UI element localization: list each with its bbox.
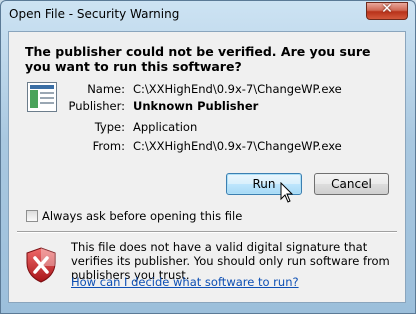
- security-warning-dialog: Open File - Security Warning ✕ The publi…: [0, 0, 416, 314]
- close-icon: ✕: [381, 1, 393, 17]
- shield-error-icon: [26, 247, 56, 283]
- dialog-body: The publisher could not be verified. Are…: [8, 31, 406, 303]
- window-title: Open File - Security Warning: [9, 7, 180, 21]
- cancel-button[interactable]: Cancel: [314, 173, 389, 195]
- help-link[interactable]: How can I decide what software to run?: [71, 275, 299, 289]
- warning-headline: The publisher could not be verified. Are…: [25, 44, 371, 74]
- publisher-label: Publisher:: [68, 99, 125, 113]
- separator: [17, 231, 397, 233]
- always-ask-label[interactable]: Always ask before opening this file: [42, 209, 242, 223]
- type-label: Type:: [94, 120, 125, 134]
- close-button[interactable]: ✕: [366, 1, 408, 20]
- from-value: C:\XXHighEnd\0.9x-7\ChangeWP.exe: [133, 139, 342, 153]
- from-label: From:: [92, 139, 125, 153]
- type-value: Application: [133, 120, 198, 134]
- always-ask-checkbox[interactable]: [26, 210, 38, 222]
- name-label: Name:: [87, 82, 125, 96]
- title-bar[interactable]: Open File - Security Warning ✕: [1, 1, 415, 31]
- publisher-value: Unknown Publisher: [133, 99, 259, 113]
- name-value: C:\XXHighEnd\0.9x-7\ChangeWP.exe: [133, 82, 342, 96]
- mouse-cursor-icon: [280, 182, 294, 203]
